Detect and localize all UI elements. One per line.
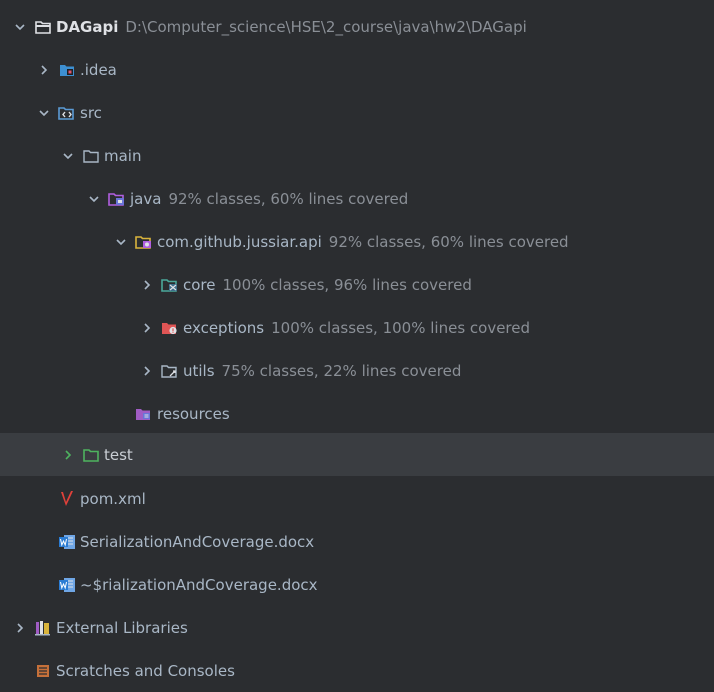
package-name: com.github.jussiar.api [157, 232, 322, 251]
tree-row-main[interactable]: main [0, 134, 714, 177]
doc2-file-name: ~$rializationAndCoverage.docx [80, 575, 318, 594]
chevron-right-icon[interactable] [139, 277, 155, 293]
chevron-down-icon[interactable] [86, 191, 102, 207]
maven-icon [58, 490, 76, 507]
tree-row-test[interactable]: test [0, 433, 714, 476]
core-coverage: 100% classes, 96% lines covered [222, 275, 472, 294]
exceptions-package-icon [161, 320, 179, 336]
package-coverage: 92% classes, 60% lines covered [328, 232, 569, 251]
chevron-down-icon[interactable] [12, 19, 28, 35]
idea-folder-icon [58, 62, 76, 78]
package-icon [135, 234, 153, 250]
chevron-right-icon[interactable] [139, 363, 155, 379]
utils-package-icon [161, 363, 179, 379]
exceptions-package-name: exceptions [183, 318, 265, 337]
core-package-name: core [183, 275, 216, 294]
scratches-icon [34, 663, 52, 679]
resources-root-icon [135, 406, 153, 422]
main-folder-name: main [104, 146, 142, 165]
utils-package-name: utils [183, 361, 215, 380]
tree-row-package[interactable]: com.github.jussiar.api 92% classes, 60% … [0, 220, 714, 263]
test-folder-name: test [104, 445, 133, 464]
java-coverage: 92% classes, 60% lines covered [168, 189, 409, 208]
test-root-icon [82, 447, 100, 463]
word-document-icon [58, 577, 76, 593]
tree-row-doc1[interactable]: SerializationAndCoverage.docx [0, 520, 714, 563]
source-folder-icon [58, 105, 76, 121]
java-folder-name: java [130, 189, 162, 208]
src-folder-name: src [80, 103, 102, 122]
doc1-file-name: SerializationAndCoverage.docx [80, 532, 315, 551]
external-libraries-label: External Libraries [56, 618, 188, 637]
tree-row-doc2[interactable]: ~$rializationAndCoverage.docx [0, 563, 714, 606]
word-document-icon [58, 534, 76, 550]
source-root-icon [108, 191, 126, 207]
chevron-right-icon[interactable] [36, 62, 52, 78]
tree-row-pom[interactable]: pom.xml [0, 477, 714, 520]
exceptions-coverage: 100% classes, 100% lines covered [271, 318, 531, 337]
idea-folder-name: .idea [80, 60, 117, 79]
tree-row-root[interactable]: DAGapi D:\Computer_science\HSE\2_course\… [0, 5, 714, 48]
core-package-icon [161, 277, 179, 293]
tree-row-java[interactable]: java 92% classes, 60% lines covered [0, 177, 714, 220]
tree-row-scratches[interactable]: Scratches and Consoles [0, 649, 714, 692]
chevron-down-icon[interactable] [36, 105, 52, 121]
folder-icon [82, 148, 100, 164]
tree-row-core[interactable]: core 100% classes, 96% lines covered [0, 263, 714, 306]
tree-row-utils[interactable]: utils 75% classes, 22% lines covered [0, 349, 714, 392]
tree-row-resources[interactable]: resources [0, 392, 714, 435]
root-project-name: DAGapi [56, 17, 119, 36]
resources-folder-name: resources [157, 404, 230, 423]
scratches-label: Scratches and Consoles [56, 661, 235, 680]
utils-coverage: 75% classes, 22% lines covered [221, 361, 462, 380]
tree-row-src[interactable]: src [0, 91, 714, 134]
chevron-down-icon[interactable] [113, 234, 129, 250]
root-project-path: D:\Computer_science\HSE\2_course\java\hw… [125, 17, 527, 36]
chevron-down-icon[interactable] [60, 148, 76, 164]
chevron-right-icon[interactable] [12, 620, 28, 636]
pom-file-name: pom.xml [80, 489, 146, 508]
tree-row-idea[interactable]: .idea [0, 48, 714, 91]
project-tree: DAGapi D:\Computer_science\HSE\2_course\… [0, 0, 714, 691]
chevron-right-icon[interactable] [139, 320, 155, 336]
chevron-right-icon[interactable] [60, 447, 76, 463]
libraries-icon [34, 620, 52, 636]
module-folder-icon [34, 19, 52, 35]
tree-row-external-libraries[interactable]: External Libraries [0, 606, 714, 649]
tree-row-exceptions[interactable]: exceptions 100% classes, 100% lines cove… [0, 306, 714, 349]
